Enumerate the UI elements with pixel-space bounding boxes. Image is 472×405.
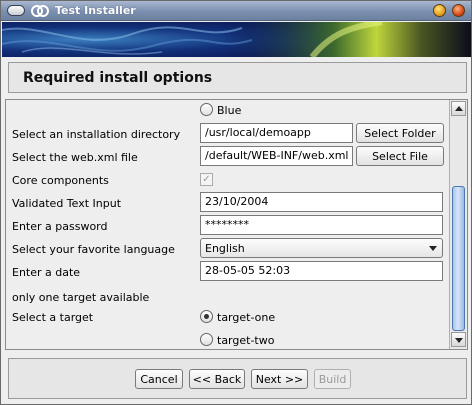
target-label: Select a target (12, 311, 94, 324)
target-note: only one target available (12, 291, 150, 304)
install-dir-label: Select an installation directory (12, 128, 181, 141)
date-field[interactable]: 28-05-05 52:03 (200, 261, 443, 281)
radio-target-two[interactable] (200, 333, 213, 346)
core-components-label: Core components (12, 174, 109, 187)
arrow-up-icon (455, 106, 463, 111)
core-components-checkbox[interactable]: ✓ (200, 173, 213, 186)
cancel-button[interactable]: Cancel (135, 369, 183, 389)
webxml-label: Select the web.xml file (12, 151, 138, 164)
install-dir-field[interactable]: /usr/local/demoapp (200, 123, 353, 143)
chevron-down-icon (429, 246, 437, 251)
webxml-field[interactable]: /default/WEB-INF/web.xml (200, 146, 353, 166)
select-folder-button[interactable]: Select Folder (356, 123, 444, 143)
options-form: Blue Select an installation directory /u… (6, 100, 449, 349)
language-select[interactable]: English (200, 238, 443, 258)
wizard-footer: Cancel << Back Next >> Build (8, 358, 467, 399)
language-select-value: English (205, 242, 245, 255)
window-title: Test Installer (55, 4, 136, 17)
page-header-panel: Required install options (8, 62, 467, 93)
language-label: Select your favorite language (12, 243, 175, 256)
back-button[interactable]: << Back (189, 369, 245, 389)
check-icon: ✓ (202, 174, 211, 185)
header-banner-image (2, 22, 471, 57)
page-title: Required install options (23, 70, 213, 86)
arrow-down-icon (455, 338, 463, 343)
options-scroll-pane[interactable]: Blue Select an installation directory /u… (5, 99, 468, 350)
installer-window: Test Installer Required install options … (0, 0, 472, 405)
radio-target-two-label: target-two (217, 334, 275, 347)
validated-text-label: Validated Text Input (12, 197, 122, 210)
scroll-up-button[interactable] (451, 101, 466, 116)
radio-target-one[interactable] (200, 310, 213, 323)
scroll-down-button[interactable] (451, 332, 466, 347)
vertical-scrollbar[interactable] (449, 100, 467, 349)
minimize-button[interactable] (433, 4, 446, 17)
banner-graphic (2, 22, 471, 57)
radio-target-one-label: target-one (217, 311, 276, 324)
password-field[interactable]: ******** (200, 215, 443, 235)
app-logo-icon (31, 5, 49, 17)
scrollbar-thumb[interactable] (452, 186, 465, 331)
date-label: Enter a date (12, 266, 81, 279)
password-label: Enter a password (12, 220, 108, 233)
select-file-button[interactable]: Select File (356, 146, 444, 166)
next-button[interactable]: Next >> (251, 369, 308, 389)
radio-blue[interactable] (200, 103, 213, 116)
build-button[interactable]: Build (314, 369, 351, 389)
title-bar[interactable]: Test Installer (1, 1, 471, 21)
close-button[interactable] (452, 4, 465, 17)
radio-blue-label: Blue (217, 104, 242, 117)
window-menu-button[interactable] (7, 5, 25, 16)
validated-text-field[interactable]: 23/10/2004 (200, 192, 443, 212)
